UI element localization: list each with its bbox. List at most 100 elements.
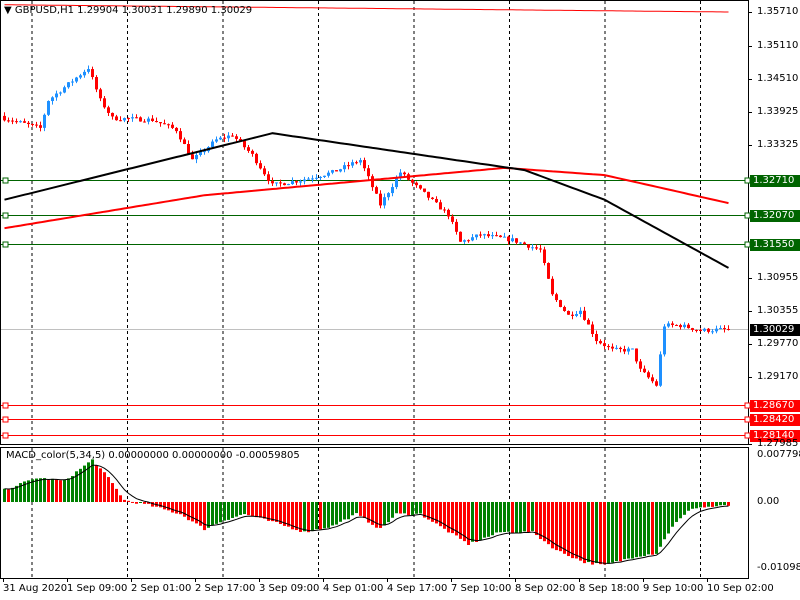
price-axis-label: 1.33925 [757,105,799,117]
macd-histogram-bar [359,502,362,516]
macd-histogram-bar [575,502,578,559]
time-axis-label: 10 Sep 02:00 [707,583,774,594]
candle-body [495,235,498,237]
macd-histogram-bar [63,479,66,502]
macd-histogram-bar [507,502,510,532]
candle-body [295,181,298,183]
symbol-label: GBPUSD,H1 [14,5,74,16]
macd-histogram-bar [215,502,218,524]
candle-body [411,179,414,183]
macd-histogram-bar [39,478,42,502]
macd-histogram-bar [667,502,670,534]
macd-histogram-bar [103,472,106,502]
macd-histogram-bar [303,502,306,532]
candle-body [43,114,46,128]
macd-histogram-bar [683,502,686,515]
macd-histogram-bar [55,479,58,502]
candle-body [655,381,658,386]
macd-histogram-bar [491,502,494,536]
candle-body [415,182,418,186]
macd-histogram-bar [143,502,146,504]
candle-body [371,176,374,188]
candle-body [727,328,730,330]
candle-body [3,115,6,121]
candle-body [663,326,666,355]
candle-body [419,185,422,189]
candle-body [603,343,606,347]
macd-histogram-bar [603,502,606,565]
candle-body [263,168,266,175]
macd-histogram-bar [695,502,698,509]
candle-body [319,176,322,178]
candle-body [391,187,394,194]
candle-body [631,348,634,350]
candle-body [311,178,314,180]
candle-body [543,249,546,264]
candle-body [303,179,306,182]
macd-histogram-bar [419,502,422,514]
macd-histogram-bar [43,478,46,502]
macd-histogram-bar [547,502,550,545]
macd-histogram-bar [567,502,570,557]
macd-histogram-bar [411,502,414,515]
candle-body [243,140,246,148]
macd-histogram-bar [679,502,682,519]
macd-histogram-bar [163,502,166,510]
macd-histogram-bar [387,502,390,523]
price-axis-label: 1.30955 [757,271,799,283]
candle-body [707,328,710,332]
macd-histogram-bar [123,499,126,502]
price-axis-label: 1.27985 [757,437,799,449]
candle-body [151,118,154,121]
candle-body [439,202,442,210]
candle-body [575,314,578,316]
candle-body [623,349,626,352]
macd-histogram-bar [139,502,142,503]
candle-body [455,221,458,232]
candle-body [183,139,186,145]
candle-body [275,182,278,184]
candle-body [443,209,446,211]
macd-histogram-bar [307,502,310,533]
time-axis-label: 9 Sep 10:00 [643,583,704,594]
candle-body [679,325,682,328]
macd-histogram-bar [51,478,54,502]
price-axis-label: 1.35110 [757,39,799,51]
macd-histogram-bar [131,501,134,503]
candle-body [111,112,114,117]
macd-histogram-bar [287,502,290,527]
macd-histogram-bar [11,487,14,502]
price-chart[interactable] [0,0,800,600]
candle-body [143,121,146,123]
macd-histogram-bar [579,502,582,561]
candle-body [223,137,226,139]
macd-histogram-bar [555,502,558,551]
candle-body [67,82,70,88]
macd-histogram-bar [239,502,242,515]
macd-histogram-bar [243,502,246,515]
collapse-arrow-icon[interactable]: ▼ [4,5,12,16]
candle-body [55,93,58,98]
candle-body [683,324,686,328]
candle-body [287,184,290,186]
macd-histogram-bar [595,502,598,564]
candle-body [251,150,254,154]
candle-body [171,124,174,128]
time-axis-label: 8 Sep 02:00 [515,583,576,594]
time-axis-label: 1 Sep 09:00 [67,583,128,594]
chart-window: ▼ GBPUSD,H1 1.29904 1.30031 1.29890 1.30… [0,0,800,600]
candle-body [471,237,474,241]
candle-body [331,170,334,173]
macd-histogram-bar [351,502,354,516]
macd-histogram-bar [311,502,314,532]
macd-histogram-bar [363,502,366,518]
macd-histogram-bar [227,502,230,520]
candle-body [271,181,274,184]
time-axis-label: 7 Sep 10:00 [451,583,512,594]
candle-body [51,97,54,102]
candle-body [131,117,134,119]
macd-value-2: 0.00000000 [172,450,233,461]
candle-body [515,238,518,243]
candle-body [355,162,358,164]
macd-histogram-bar [723,502,726,506]
